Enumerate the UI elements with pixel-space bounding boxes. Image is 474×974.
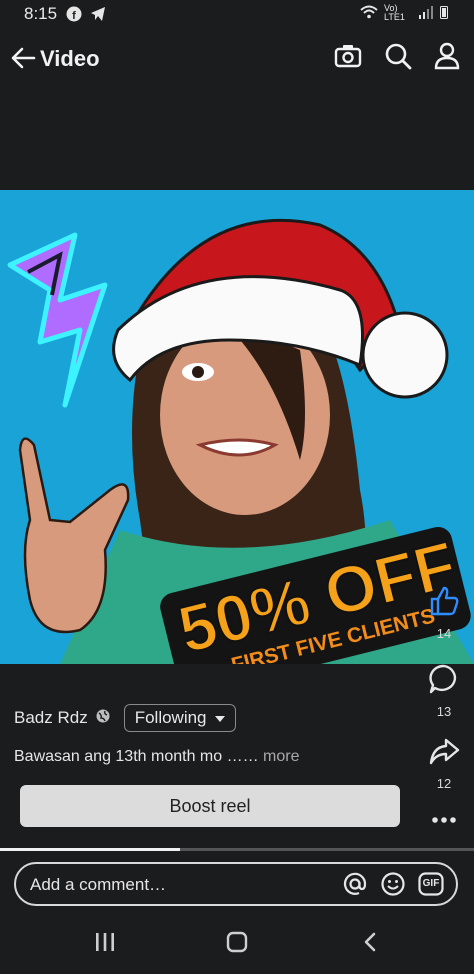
profile-icon[interactable] — [434, 42, 460, 75]
caption-more-link[interactable]: more — [263, 748, 299, 765]
more-icon[interactable] — [428, 814, 460, 831]
like-icon[interactable] — [428, 586, 460, 621]
following-button[interactable]: Following — [123, 704, 236, 732]
status-time: 8:15 — [24, 4, 58, 23]
share-action[interactable]: 12 — [414, 735, 474, 791]
boost-reel-button[interactable]: Boost reel — [20, 785, 400, 827]
system-back-icon[interactable] — [360, 931, 382, 958]
post-caption: Bawasan ang 13th month mo …… more — [14, 748, 299, 766]
comment-input[interactable]: Add a comment… GIF — [14, 862, 458, 906]
emoji-icon[interactable] — [380, 871, 406, 902]
battery-icon — [440, 5, 448, 21]
caret-down-icon — [214, 708, 225, 728]
more-action[interactable] — [414, 813, 474, 832]
page-title: Video — [40, 46, 100, 71]
app-header: Video — [0, 36, 474, 84]
like-count: 14 — [436, 626, 452, 641]
status-bar: 8:15 f Vo) LTE1 — [0, 0, 474, 30]
back-arrow-icon[interactable] — [10, 44, 38, 77]
svg-text:f: f — [72, 10, 76, 22]
telegram-icon — [90, 6, 106, 27]
author-row: Badz Rdz Following — [14, 702, 236, 734]
gif-icon[interactable]: GIF — [418, 871, 444, 897]
action-rail: 14 13 12 — [414, 585, 474, 845]
facebook-icon: f — [66, 6, 82, 27]
mention-icon[interactable] — [342, 871, 368, 902]
share-count: 12 — [436, 776, 452, 791]
comment-count: 13 — [436, 704, 452, 719]
recents-icon[interactable] — [94, 931, 116, 958]
gif-label: GIF — [422, 878, 440, 889]
wifi-icon — [360, 5, 378, 21]
globe-icon — [96, 709, 110, 728]
system-nav-bar — [0, 915, 474, 974]
caption-text: Bawasan ang 13th month mo …… — [14, 748, 259, 765]
comment-icon[interactable] — [428, 664, 460, 699]
signal-icon — [418, 5, 434, 21]
comment-placeholder: Add a comment… — [30, 875, 167, 894]
following-label: Following — [134, 708, 207, 727]
like-action[interactable]: 14 — [414, 585, 474, 641]
camera-icon[interactable] — [334, 42, 362, 75]
lightning-logo — [7, 232, 108, 408]
video-progress-fill — [0, 848, 181, 851]
home-icon[interactable] — [226, 931, 248, 958]
video-player[interactable]: 50% OFF FIRST FIVE CLIENTS — [0, 190, 474, 664]
video-progress-bar[interactable] — [0, 848, 474, 851]
share-icon[interactable] — [428, 738, 460, 771]
search-icon[interactable] — [384, 42, 412, 75]
network-label: Vo) LTE1 — [384, 3, 405, 22]
author-name[interactable]: Badz Rdz — [14, 708, 88, 728]
comment-action[interactable]: 13 — [414, 663, 474, 719]
